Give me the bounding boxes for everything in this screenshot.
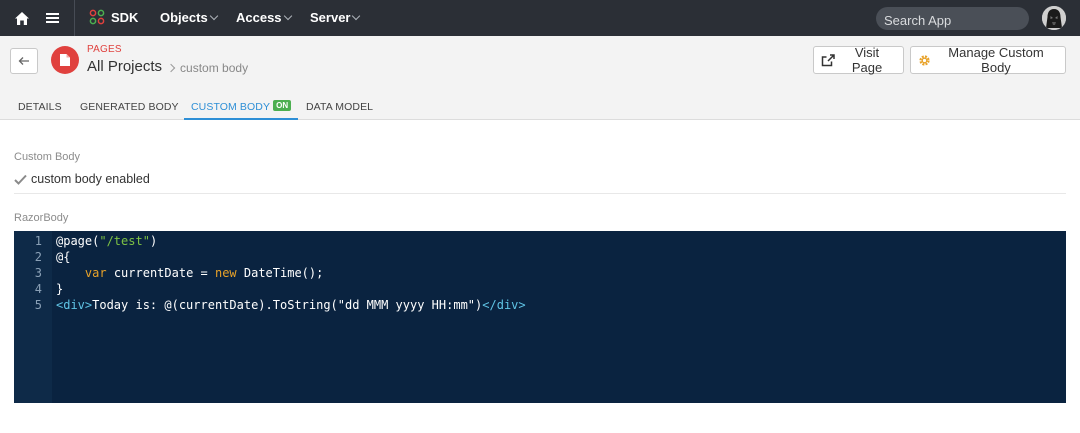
code-text: @{ bbox=[56, 250, 70, 266]
line-number: 4 bbox=[34, 282, 42, 296]
code-token: @{ bbox=[56, 250, 71, 264]
arrow-left-icon bbox=[18, 57, 29, 65]
status-badge: ON bbox=[273, 100, 292, 111]
razor-body-label: RazorBody bbox=[14, 212, 69, 224]
tab-custom-body[interactable]: CUSTOM BODY ON bbox=[184, 92, 299, 120]
checkmark-icon bbox=[14, 174, 27, 185]
breadcrumb-current: custom body bbox=[180, 60, 249, 75]
top-navbar: SDK Objects Access Server bbox=[0, 0, 1080, 36]
code-line: 2 @{ bbox=[14, 250, 1066, 266]
section-label: PAGES bbox=[87, 44, 122, 55]
manage-custom-body-label: Manage Custom Body bbox=[948, 45, 1044, 75]
nav-menu-server[interactable]: Server bbox=[310, 10, 361, 25]
chevron-right-icon bbox=[166, 63, 176, 72]
user-avatar[interactable] bbox=[1042, 6, 1066, 30]
line-number: 1 bbox=[34, 234, 42, 248]
section-divider bbox=[14, 193, 1066, 194]
custom-body-label: Custom Body bbox=[14, 151, 81, 163]
code-line: 3 var currentDate = new DateTime(); bbox=[14, 266, 1066, 282]
tab-data-model-label: DATA MODEL bbox=[306, 101, 374, 113]
code-token: Today is: @(currentDate).ToString("dd MM… bbox=[92, 298, 483, 312]
sdk-icon bbox=[89, 9, 105, 25]
breadcrumb-all-projects[interactable]: All Projects bbox=[87, 58, 162, 75]
code-text: <div>Today is: @(currentDate).ToString("… bbox=[56, 298, 526, 314]
line-number: 5 bbox=[34, 298, 42, 312]
tab-generated-body[interactable]: GENERATED BODY bbox=[80, 92, 179, 120]
breadcrumb: All Projects custom body bbox=[87, 58, 248, 75]
code-token: var bbox=[84, 266, 107, 280]
page-header: PAGES All Projects custom body Visit Pag… bbox=[0, 36, 1080, 92]
chevron-down-icon bbox=[209, 11, 218, 21]
code-text: var currentDate = new DateTime(); bbox=[56, 266, 323, 282]
nav-menu-objects-label: Objects bbox=[160, 10, 208, 25]
tab-generated-body-label: GENERATED BODY bbox=[80, 101, 179, 113]
tab-details[interactable]: DETAILS bbox=[18, 92, 62, 120]
chevron-down-icon bbox=[352, 11, 361, 21]
code-text: @page("/test") bbox=[56, 234, 157, 250]
document-icon bbox=[60, 54, 70, 66]
visit-page-button[interactable]: Visit Page bbox=[813, 45, 904, 75]
custom-body-status: custom body enabled bbox=[14, 172, 150, 186]
nav-menu-access-label: Access bbox=[236, 10, 282, 25]
code-token: ) bbox=[149, 234, 158, 248]
code-token: <div> bbox=[56, 298, 93, 312]
code-line: 1 @page("/test") bbox=[14, 234, 1066, 250]
code-text: } bbox=[56, 282, 63, 298]
code-token: "/test" bbox=[99, 234, 150, 248]
code-token: </div> bbox=[482, 298, 526, 312]
tab-custom-body-label: CUSTOM BODY bbox=[191, 101, 271, 113]
code-token: DateTime(); bbox=[236, 266, 324, 280]
sdk-menu[interactable]: SDK bbox=[89, 9, 138, 25]
code-token: new bbox=[214, 266, 237, 280]
sdk-label: SDK bbox=[111, 9, 139, 25]
nav-divider bbox=[74, 0, 75, 36]
visit-page-label: Visit Page bbox=[851, 45, 883, 75]
back-button[interactable] bbox=[10, 48, 38, 74]
line-number: 2 bbox=[34, 250, 42, 264]
home-icon[interactable] bbox=[14, 10, 30, 26]
code-editor[interactable]: 1 @page("/test") 2 @{ 3 var currentDate … bbox=[14, 231, 1066, 403]
hamburger-menu-icon[interactable] bbox=[45, 10, 59, 26]
nav-menu-access[interactable]: Access bbox=[236, 10, 292, 25]
tab-details-label: DETAILS bbox=[18, 101, 62, 113]
chevron-down-icon bbox=[283, 11, 292, 21]
tab-bar: DETAILS GENERATED BODY CUSTOM BODY ON DA… bbox=[0, 92, 1080, 120]
line-number: 3 bbox=[34, 266, 42, 280]
nav-menu-server-label: Server bbox=[310, 10, 351, 25]
custom-body-status-text: custom body enabled bbox=[31, 172, 150, 186]
search-input[interactable] bbox=[876, 7, 1029, 30]
code-token: currentDate = bbox=[106, 266, 215, 280]
code-token: } bbox=[56, 282, 64, 296]
page-type-badge bbox=[51, 46, 79, 74]
manage-custom-body-button[interactable]: Manage Custom Body bbox=[910, 45, 1066, 75]
gear-icon bbox=[918, 54, 931, 67]
external-link-icon bbox=[821, 53, 835, 67]
code-line: 4 } bbox=[14, 282, 1066, 298]
code-token: @page( bbox=[56, 234, 100, 248]
nav-menu-objects[interactable]: Objects bbox=[160, 10, 218, 25]
tab-data-model[interactable]: DATA MODEL bbox=[306, 92, 373, 120]
code-line: 5 <div>Today is: @(currentDate).ToString… bbox=[14, 298, 1066, 314]
